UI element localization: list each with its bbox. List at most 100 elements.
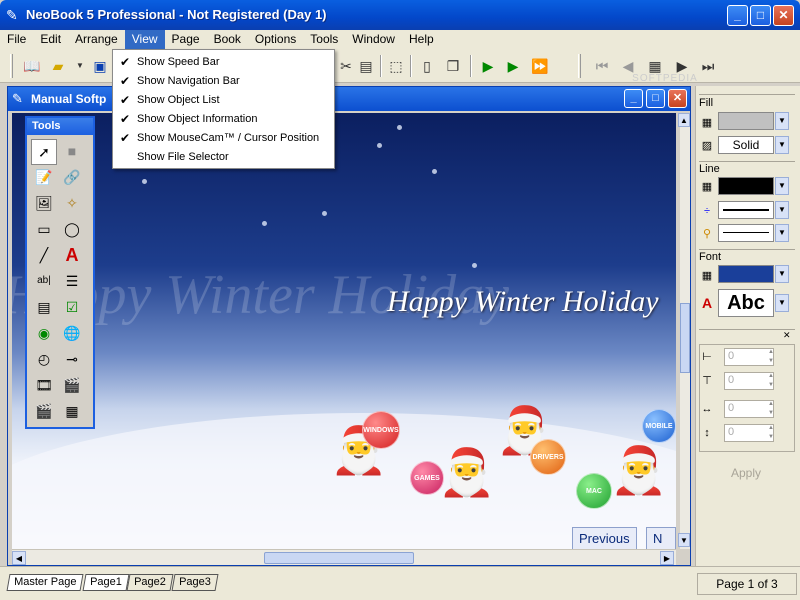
picture-tool-icon[interactable]: 🖼	[31, 191, 57, 217]
new-page-icon[interactable]: ▯	[417, 56, 437, 76]
menu-edit[interactable]: Edit	[33, 30, 68, 49]
web-browser-icon[interactable]: 🌐	[59, 321, 85, 347]
fill-style-dropdown-icon[interactable]: ▼	[775, 136, 789, 154]
previous-button[interactable]: Previous	[572, 527, 637, 549]
run-icon[interactable]: ▶	[478, 56, 498, 76]
run-page-icon[interactable]: ▶	[503, 56, 523, 76]
tab-page1[interactable]: Page1	[82, 574, 130, 591]
tab-page3[interactable]: Page3	[171, 574, 219, 591]
line-color-swatch[interactable]	[718, 177, 774, 195]
windows-ball[interactable]: WINDOWS	[362, 411, 400, 449]
doc-maximize-button[interactable]: □	[646, 89, 665, 108]
vertical-scroll-thumb[interactable]	[680, 303, 690, 373]
clapper-tool-icon[interactable]: 🎬	[31, 399, 57, 425]
open-folder-icon[interactable]: ▰	[48, 56, 68, 76]
menu-arrange[interactable]: Arrange	[68, 30, 125, 49]
menu-page[interactable]: Page	[165, 30, 207, 49]
menu-window[interactable]: Window	[345, 30, 402, 49]
article-link-icon[interactable]: 🔗	[59, 165, 85, 191]
menu-item-show-file-selector[interactable]: Show File Selector	[113, 148, 334, 167]
line-width-select[interactable]	[718, 201, 774, 219]
run-all-icon[interactable]: ⏩	[530, 56, 550, 76]
vertical-scrollbar[interactable]: ▲ ▼	[678, 113, 690, 549]
select-area-icon[interactable]: ⬚	[386, 56, 406, 76]
apply-button[interactable]: Apply	[696, 466, 796, 480]
horizontal-scrollbar[interactable]: ◀ ▶	[12, 549, 676, 565]
mobile-ball[interactable]: MOBILE	[642, 409, 676, 443]
tab-page2[interactable]: Page2	[126, 574, 174, 591]
menu-item-show-object-list[interactable]: ✔ Show Object List	[113, 91, 334, 110]
menu-tools[interactable]: Tools	[303, 30, 345, 49]
pointer-tool-icon[interactable]: ➚	[31, 139, 57, 165]
page-copy-icon[interactable]: ❐	[443, 56, 463, 76]
menu-item-show-mousecam[interactable]: ✔ Show MouseCam™ / Cursor Position	[113, 129, 334, 148]
left-spin-icon[interactable]: ▲ ▼	[766, 348, 776, 366]
menu-book[interactable]: Book	[207, 30, 248, 49]
combo-box-icon[interactable]: ▤	[31, 295, 57, 321]
fill-color-swatch[interactable]	[718, 112, 774, 130]
width-spin-icon[interactable]: ▲ ▼	[766, 400, 776, 418]
first-page-icon[interactable]: ⏮	[592, 56, 612, 76]
scroll-right-icon[interactable]: ▶	[660, 551, 674, 565]
toolbar-grip[interactable]	[10, 54, 13, 78]
page-canvas[interactable]: Happy Winter Holiday Happy Winter Holida…	[12, 113, 676, 549]
minimize-button[interactable]: _	[727, 5, 748, 26]
font-color-swatch[interactable]	[718, 265, 774, 283]
timer-tool-icon[interactable]: ◴	[31, 347, 57, 373]
menu-item-show-navigation-bar[interactable]: ✔ Show Navigation Bar	[113, 72, 334, 91]
animation-tool-icon[interactable]: 🎬	[59, 373, 85, 399]
menu-file[interactable]: File	[0, 30, 33, 49]
toolbar-grip[interactable]	[578, 54, 581, 78]
fill-color-dropdown-icon[interactable]: ▼	[775, 112, 789, 130]
font-dropdown-icon[interactable]: ▼	[775, 294, 789, 312]
select-tool-icon[interactable]: ■	[59, 139, 85, 165]
line-tool-icon[interactable]: ╱	[31, 243, 57, 269]
open-dropdown-icon[interactable]: ▼	[70, 56, 90, 76]
list-box-icon[interactable]: ☰	[59, 269, 85, 295]
text-tool-icon[interactable]: A	[59, 243, 85, 269]
line-style-select[interactable]	[718, 224, 774, 242]
fill-style-select[interactable]: Solid	[718, 136, 774, 154]
close-panel-icon[interactable]: ✕	[783, 330, 791, 341]
doc-close-button[interactable]: ✕	[668, 89, 687, 108]
save-icon[interactable]: ▣	[90, 56, 110, 76]
rectangle-tool-icon[interactable]: ▭	[31, 217, 57, 243]
checkbox-tool-icon[interactable]: ☑	[59, 295, 85, 321]
gallery-tool-icon[interactable]: ▦	[59, 399, 85, 425]
tools-title[interactable]: Tools	[27, 118, 93, 135]
mac-ball[interactable]: MAC	[576, 473, 612, 509]
horizontal-scroll-thumb[interactable]	[264, 552, 414, 564]
scroll-down-icon[interactable]: ▼	[678, 533, 690, 547]
menu-help[interactable]: Help	[402, 30, 441, 49]
games-ball[interactable]: GAMES	[410, 461, 444, 495]
puzzle-tool-icon[interactable]: ✧	[59, 191, 85, 217]
line-style-dropdown-icon[interactable]: ▼	[775, 224, 789, 242]
slider-tool-icon[interactable]: ⊸	[59, 347, 85, 373]
next-button[interactable]: N	[646, 527, 676, 549]
radio-button-icon[interactable]: ◉	[31, 321, 57, 347]
height-spin-icon[interactable]: ▲ ▼	[766, 424, 776, 442]
font-sample[interactable]: Abc	[718, 289, 774, 317]
menu-view[interactable]: View	[124, 30, 165, 49]
text-entry-icon[interactable]: ab|	[31, 269, 57, 295]
document-title-bar[interactable]: ✎ Manual Softp _ □ ✕	[8, 87, 690, 111]
ellipse-tool-icon[interactable]: ◯	[59, 217, 85, 243]
scroll-left-icon[interactable]: ◀	[12, 551, 26, 565]
menu-options[interactable]: Options	[248, 30, 303, 49]
maximize-button[interactable]: □	[750, 5, 771, 26]
paste-icon[interactable]: ▤	[356, 56, 376, 76]
top-spin-icon[interactable]: ▲ ▼	[766, 372, 776, 390]
text-editor-icon[interactable]: 📝	[31, 165, 57, 191]
tab-master-page[interactable]: Master Page	[6, 574, 84, 591]
menu-item-show-speed-bar[interactable]: ✔ Show Speed Bar	[113, 53, 334, 72]
media-player-icon[interactable]: 🎞	[31, 373, 57, 399]
drivers-ball[interactable]: DRIVERS	[530, 439, 566, 475]
doc-minimize-button[interactable]: _	[624, 89, 643, 108]
font-color-dropdown-icon[interactable]: ▼	[775, 265, 789, 283]
cut-icon[interactable]: ✂	[336, 56, 356, 76]
new-book-icon[interactable]: 📖	[22, 56, 42, 76]
menu-item-show-object-information[interactable]: ✔ Show Object Information	[113, 110, 334, 129]
line-color-dropdown-icon[interactable]: ▼	[775, 177, 789, 195]
scroll-up-icon[interactable]: ▲	[678, 113, 690, 127]
line-width-dropdown-icon[interactable]: ▼	[775, 201, 789, 219]
